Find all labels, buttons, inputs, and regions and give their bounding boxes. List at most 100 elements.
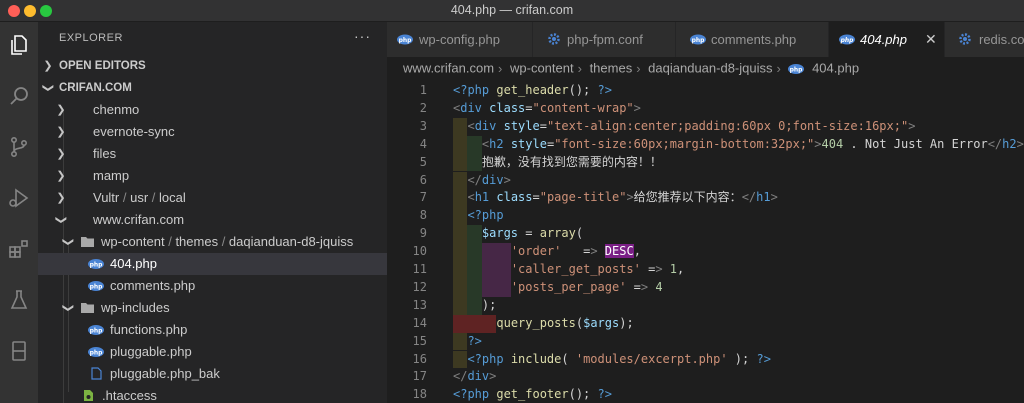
tree-file-404-php[interactable]: php 404.php bbox=[38, 253, 387, 275]
php-icon: php bbox=[88, 259, 104, 269]
gear-icon bbox=[959, 33, 971, 45]
code-line[interactable]: 17 </div> bbox=[387, 368, 1024, 386]
code-line[interactable]: 4 <h2 style="font-size:60px;margin-bottom… bbox=[387, 135, 1024, 154]
testing-flask-icon[interactable] bbox=[4, 285, 34, 315]
tree-folder-vultr[interactable]: ❯ Vultr / usr / local bbox=[38, 187, 387, 209]
tree-folder-wp-includes[interactable]: ❯ wp-includes bbox=[38, 297, 387, 319]
code-line[interactable]: 9 $args = array( bbox=[387, 225, 1024, 244]
tab-php-fpm-conf[interactable]: php-fpm.conf bbox=[533, 22, 676, 57]
explorer-files-icon[interactable] bbox=[4, 30, 34, 60]
code-text: ?> bbox=[467, 333, 482, 348]
svg-text:php: php bbox=[90, 350, 104, 357]
chevron-right-icon: ❯ bbox=[56, 170, 66, 182]
indent-rainbow-band bbox=[453, 135, 468, 154]
code-line[interactable]: 5 抱歉，没有找到您需要的内容！！ bbox=[387, 153, 1024, 172]
code-line[interactable]: 16 <?php include( 'modules/excerpt.php' )… bbox=[387, 350, 1024, 369]
breadcrumb-item[interactable]: 404.php bbox=[812, 61, 859, 76]
run-debug-icon[interactable] bbox=[4, 183, 34, 213]
config-file-icon bbox=[84, 390, 93, 401]
code-line[interactable]: 2 <div class="content-wrap"> bbox=[387, 100, 1024, 118]
code-text: </div> bbox=[467, 172, 511, 187]
line-number: 2 bbox=[419, 100, 427, 115]
tree-file-pluggable-php-bak[interactable]: pluggable.php_bak bbox=[38, 363, 387, 385]
breadcrumb-item[interactable]: www.crifan.com bbox=[403, 61, 494, 76]
tree-file-comments-php[interactable]: php comments.php bbox=[38, 275, 387, 297]
line-number: 4 bbox=[419, 136, 427, 151]
line-number: 18 bbox=[412, 387, 427, 402]
code-text: 抱歉，没有找到您需要的内容！！ bbox=[481, 154, 662, 169]
line-number: 17 bbox=[412, 369, 427, 384]
code-line[interactable]: 18 <?php get_footer(); ?> bbox=[387, 386, 1024, 403]
code-line[interactable]: 6 </div> bbox=[387, 171, 1024, 190]
explorer-sidebar: EXPLORER ··· ❯ OPEN EDITORS ❯ CRIFAN.COM… bbox=[38, 22, 387, 403]
line-number: 14 bbox=[412, 315, 427, 330]
code-text: $args = array( bbox=[481, 226, 584, 241]
code-line[interactable]: 7 <h1 class="page-title">给您推荐以下内容：</h1> bbox=[387, 189, 1024, 208]
indent-rainbow-band bbox=[496, 243, 511, 261]
code-line[interactable]: 10 'order' => DESC, bbox=[387, 243, 1024, 261]
indent-rainbow-band bbox=[467, 278, 482, 297]
vultr-path: Vultr / usr / local bbox=[93, 190, 186, 205]
code-text: <?php get_header(); ?> bbox=[453, 83, 612, 97]
code-line[interactable]: 14 query_posts($args); bbox=[387, 314, 1024, 333]
code-text: <?php include( 'modules/excerpt.php' ); … bbox=[467, 351, 771, 366]
code-text: <div style="text-align:center;padding:60… bbox=[467, 118, 916, 133]
indent-rainbow-band bbox=[453, 117, 468, 136]
chevron-right-icon: › bbox=[577, 60, 582, 76]
source-control-icon[interactable] bbox=[4, 132, 34, 162]
tab-redis-conf[interactable]: redis.conf bbox=[945, 22, 1024, 57]
line-number: 11 bbox=[412, 262, 427, 276]
svg-text:php: php bbox=[790, 66, 804, 73]
tab-wp-config-php[interactable]: php wp-config.php bbox=[387, 22, 533, 57]
tree-folder-files[interactable]: ❯ files bbox=[38, 143, 387, 165]
tree-file-htaccess[interactable]: .htaccess bbox=[38, 385, 387, 403]
code-line[interactable]: 15 ?> bbox=[387, 332, 1024, 351]
tree-file-pluggable-php[interactable]: php pluggable.php bbox=[38, 341, 387, 363]
svg-text:php: php bbox=[90, 328, 104, 335]
tab-comments-php[interactable]: php comments.php bbox=[676, 22, 829, 57]
indent-rainbow-band bbox=[481, 278, 497, 297]
line-number: 8 bbox=[419, 208, 427, 223]
close-tab-icon[interactable]: ✕ bbox=[925, 22, 937, 57]
tree-folder-chenmo[interactable]: ❯ chenmo bbox=[38, 99, 387, 121]
code-text: <?php bbox=[467, 208, 504, 223]
chevron-right-icon: ❯ bbox=[56, 192, 66, 204]
code-line[interactable]: 11 'caller_get_posts' => 1, bbox=[387, 261, 1024, 279]
php-icon: php bbox=[839, 34, 855, 45]
breadcrumb: www.crifan.com › wp-content › themes › daqi… bbox=[387, 57, 1024, 79]
indent-rainbow-band bbox=[496, 278, 511, 297]
tree-folder-wp-content[interactable]: ❯ wp-content / themes / daqianduan-d8-jq… bbox=[38, 231, 387, 253]
code-editor[interactable]: 1 <?php get_header(); ?> 2 <div class="cont… bbox=[387, 79, 1024, 403]
extensions-icon[interactable] bbox=[4, 234, 34, 264]
code-line[interactable]: 12 'posts_per_page' => 4 bbox=[387, 278, 1024, 297]
svg-text:php: php bbox=[840, 37, 855, 44]
remote-explorer-icon[interactable] bbox=[4, 336, 34, 366]
indent-rainbow-band bbox=[496, 261, 511, 279]
gear-icon bbox=[548, 33, 560, 45]
code-text: 'caller_get_posts' => 1, bbox=[510, 262, 685, 276]
tree-folder-www-crifan[interactable]: ❯ www.crifan.com bbox=[38, 209, 387, 231]
line-number: 12 bbox=[412, 279, 427, 294]
open-editors-section[interactable]: ❯ OPEN EDITORS bbox=[38, 55, 387, 77]
workspace-section[interactable]: ❯ CRIFAN.COM bbox=[38, 77, 387, 99]
code-text: query_posts($args); bbox=[496, 315, 634, 330]
breadcrumb-item[interactable]: themes bbox=[590, 61, 633, 76]
indent-rainbow-band bbox=[453, 261, 468, 279]
breadcrumb-item[interactable]: wp-content bbox=[510, 61, 574, 76]
chevron-right-icon: ❯ bbox=[56, 148, 66, 160]
tree-folder-mamp[interactable]: ❯ mamp bbox=[38, 165, 387, 187]
folder-open-icon bbox=[81, 237, 94, 247]
search-icon[interactable] bbox=[4, 81, 34, 111]
file-icon bbox=[91, 367, 102, 380]
tree-file-functions-php[interactable]: php functions.php bbox=[38, 319, 387, 341]
code-line[interactable]: 1 <?php get_header(); ?> bbox=[387, 82, 1024, 100]
tab-404-php[interactable]: php 404.php ✕ bbox=[829, 22, 945, 57]
more-actions-icon[interactable]: ··· bbox=[354, 28, 371, 44]
breadcrumb-item[interactable]: daqianduan-d8-jquiss bbox=[648, 61, 772, 76]
code-line[interactable]: 3 <div style="text-align:center;padding:6… bbox=[387, 117, 1024, 136]
chevron-down-icon: ❯ bbox=[62, 237, 74, 247]
tree-folder-evernote-sync[interactable]: ❯ evernote-sync bbox=[38, 121, 387, 143]
code-line[interactable]: 13); bbox=[387, 296, 1024, 315]
code-line[interactable]: 8 <?php bbox=[387, 207, 1024, 226]
code-text: </div> bbox=[453, 369, 497, 384]
